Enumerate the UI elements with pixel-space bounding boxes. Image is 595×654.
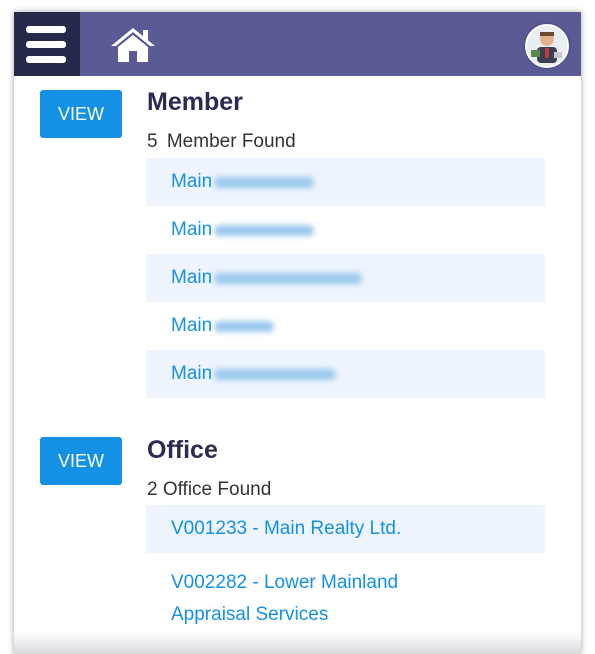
member-result-item[interactable]: Main — [146, 302, 545, 350]
office-view-button[interactable]: VIEW — [40, 437, 122, 485]
hamburger-menu-button[interactable] — [14, 12, 80, 76]
home-icon — [111, 28, 155, 62]
home-button[interactable] — [110, 26, 156, 64]
member-result-item[interactable]: Main — [146, 350, 545, 398]
member-result-item[interactable]: Main — [146, 254, 545, 302]
member-count-label: Member Found — [166, 131, 296, 152]
member-count-line: 5 Member Found — [147, 131, 296, 153]
office-section-title: Office — [147, 436, 218, 464]
office-count-line: 2 Office Found — [147, 479, 272, 500]
member-result-item[interactable]: Main — [146, 158, 545, 206]
member-view-button[interactable]: VIEW — [40, 90, 122, 138]
member-count: 5 — [147, 131, 158, 152]
office-result-list: V001233 - Main Realty Ltd. V002282 - Low… — [146, 505, 545, 639]
office-result-item[interactable]: V002282 - Lower Mainland Appraisal Servi… — [146, 553, 436, 639]
user-avatar[interactable] — [525, 24, 569, 68]
app-frame: VIEW Member 5 Member Found Main Main Mai… — [14, 12, 581, 654]
avatar-icon — [527, 26, 567, 66]
member-result-list: Main Main Main Main Main — [146, 158, 545, 398]
member-result-item[interactable]: Main — [146, 206, 545, 254]
bottom-scroll-fade — [14, 632, 581, 654]
office-result-item[interactable]: V001233 - Main Realty Ltd. — [146, 505, 545, 553]
top-bar — [14, 12, 581, 76]
member-section-title: Member — [147, 88, 243, 116]
